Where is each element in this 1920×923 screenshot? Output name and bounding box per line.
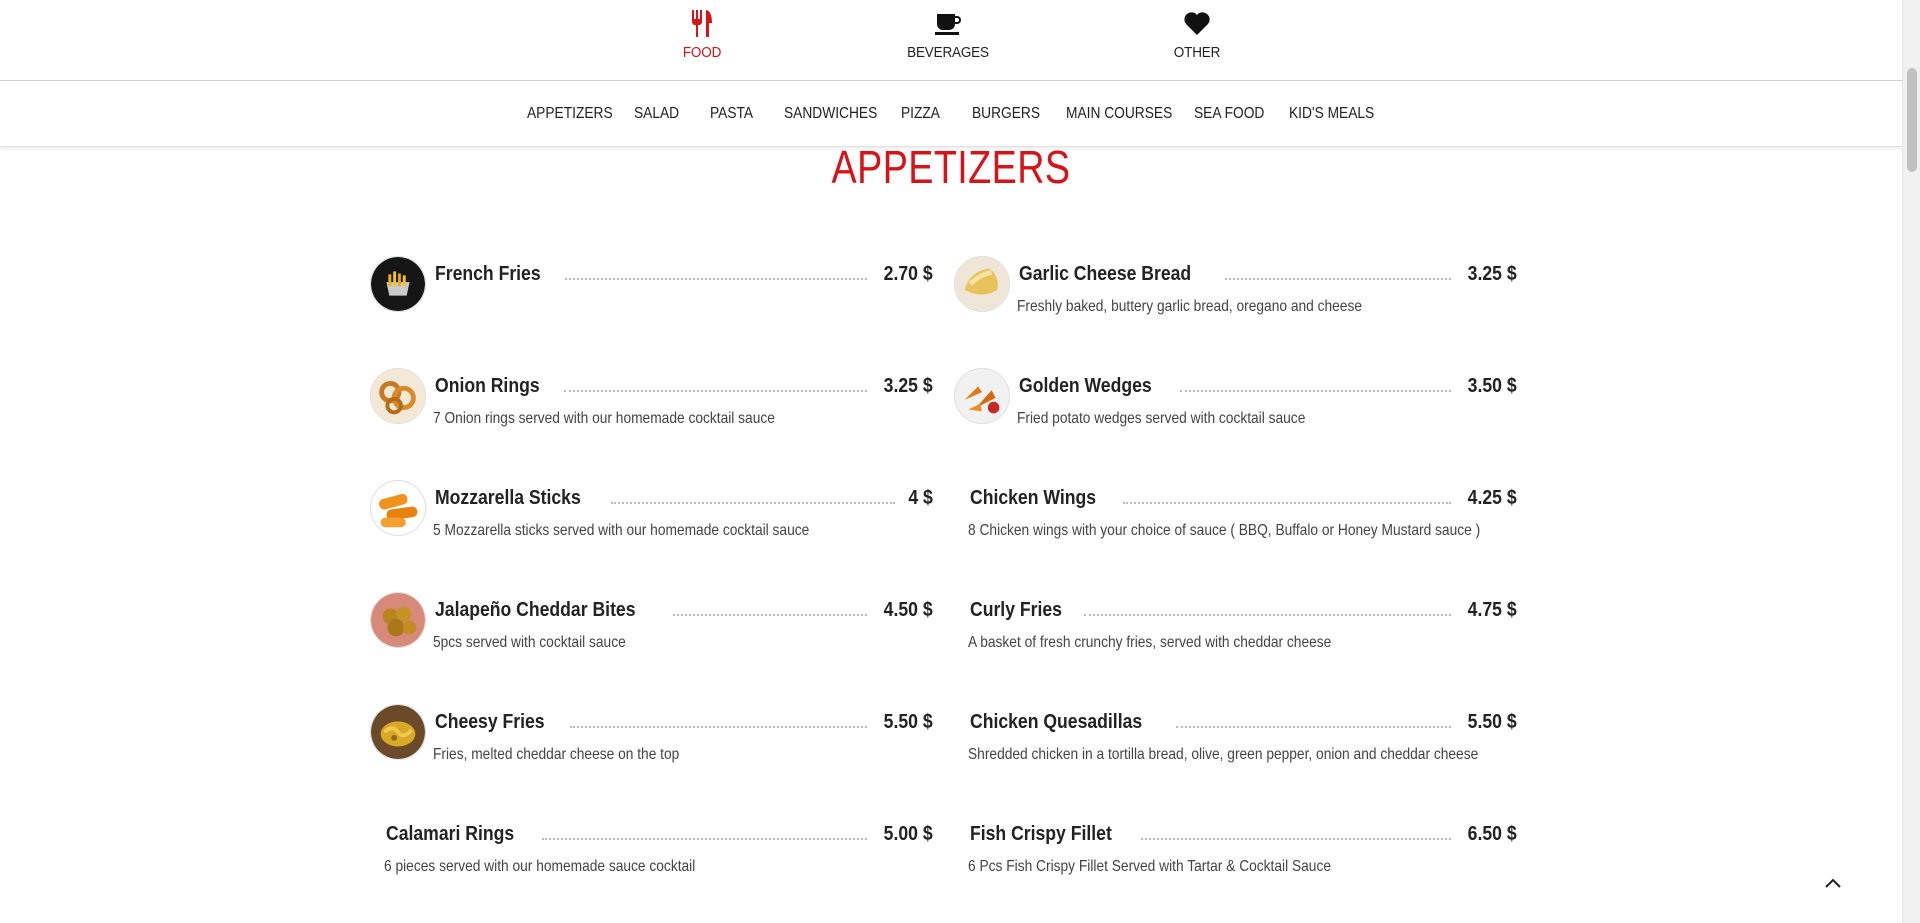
coffee-cup-icon — [935, 14, 961, 35]
leader-dots — [541, 838, 868, 840]
menu-item-jalapeno-cheddar-bites: Jalapeño Cheddar Bites 4.50 $ 5pcs serve… — [370, 592, 933, 682]
item-name: Jalapeño Cheddar Bites — [435, 599, 636, 621]
nav-item-food[interactable]: FOOD — [642, 8, 762, 61]
item-description: 6 pieces served with our homemade sauce … — [384, 858, 696, 875]
category-appetizers[interactable]: APPETIZERS — [527, 105, 613, 123]
main-menu-nav: FOOD BEVERAGES OTHER — [0, 0, 1902, 81]
item-price: 5.00 $ — [884, 823, 933, 845]
section-title: APPETIZERS — [831, 141, 1071, 193]
item-description: Freshly baked, buttery garlic bread, ore… — [1017, 298, 1362, 315]
menu-item-chicken-wings: Chicken Wings 4.25 $ 8 Chicken wings wit… — [954, 480, 1517, 570]
leader-dots — [1084, 614, 1452, 616]
item-price: 5.50 $ — [884, 711, 933, 733]
vertical-scrollbar[interactable] — [1902, 0, 1920, 923]
item-price: 3.25 $ — [884, 375, 933, 397]
item-name: Mozzarella Sticks — [435, 487, 581, 509]
item-price: 4 $ — [908, 487, 933, 509]
nav-item-other[interactable]: OTHER — [1137, 8, 1257, 61]
item-name: Cheesy Fries — [435, 711, 545, 733]
onion-rings-thumbnail — [370, 368, 426, 424]
item-description: 7 Onion rings served with our homemade c… — [433, 410, 775, 427]
leader-dots — [563, 390, 868, 392]
item-description: 5 Mozzarella sticks served with our home… — [433, 522, 810, 539]
nav-label-other: OTHER — [1173, 44, 1221, 61]
category-kids-meals[interactable]: KID'S MEALS — [1289, 105, 1374, 123]
menu-item-golden-wedges: Golden Wedges 3.50 $ Fried potato wedges… — [954, 368, 1517, 458]
menu-item-fish-crispy-fillet: Fish Crispy Fillet 6.50 $ 6 Pcs Fish Cri… — [954, 816, 1517, 906]
item-price: 4.75 $ — [1468, 599, 1517, 621]
category-pizza[interactable]: PIZZA — [901, 105, 940, 123]
leader-dots — [1123, 502, 1452, 504]
menu-item-cheesy-fries: Cheesy Fries 5.50 $ Fries, melted chedda… — [370, 704, 933, 794]
menu-item-onion-rings: Onion Rings 3.25 $ 7 Onion rings served … — [370, 368, 933, 458]
leader-dots — [1179, 390, 1452, 392]
nav-label-food: FOOD — [682, 44, 722, 61]
mozzarella-sticks-thumbnail — [370, 480, 426, 536]
item-price: 4.50 $ — [884, 599, 933, 621]
item-name: Chicken Wings — [970, 487, 1097, 509]
item-description: A basket of fresh crunchy fries, served … — [968, 634, 1332, 651]
leader-dots — [565, 278, 868, 280]
leader-dots — [1175, 726, 1452, 728]
nav-item-beverages[interactable]: BEVERAGES — [888, 8, 1008, 61]
item-name: Garlic Cheese Bread — [1019, 263, 1192, 285]
item-description: 5pcs served with cocktail sauce — [433, 634, 626, 651]
category-nav: APPETIZERS SALAD PASTA SANDWICHES PIZZA … — [0, 81, 1902, 147]
item-description: Fries, melted cheddar cheese on the top — [433, 746, 680, 763]
menu-item-garlic-cheese-bread: Garlic Cheese Bread 3.25 $ Freshly baked… — [954, 256, 1517, 346]
leader-dots — [1224, 278, 1452, 280]
item-price: 4.25 $ — [1468, 487, 1517, 509]
category-main-courses[interactable]: MAIN COURSES — [1066, 105, 1172, 123]
menu-item-french-fries: French Fries 2.70 $ — [370, 256, 933, 346]
item-price: 3.50 $ — [1468, 375, 1517, 397]
jalapeno-bites-thumbnail — [370, 592, 426, 648]
category-sea-food[interactable]: SEA FOOD — [1194, 105, 1264, 123]
category-pasta[interactable]: PASTA — [710, 105, 753, 123]
heart-icon — [1184, 12, 1210, 35]
item-price: 3.25 $ — [1468, 263, 1517, 285]
cheesy-fries-thumbnail — [370, 704, 426, 760]
leader-dots — [610, 502, 896, 504]
leader-dots — [672, 614, 868, 616]
menu-item-calamari-rings: Calamari Rings 5.00 $ 6 pieces served wi… — [370, 816, 933, 906]
item-name: Golden Wedges — [1019, 375, 1152, 397]
utensils-icon — [692, 10, 712, 37]
scroll-to-top-button[interactable] — [1818, 868, 1848, 898]
potato-wedges-thumbnail — [954, 368, 1010, 424]
french-fries-thumbnail — [370, 256, 426, 312]
garlic-bread-thumbnail — [954, 256, 1010, 312]
item-name: Curly Fries — [970, 599, 1062, 621]
nav-label-beverages: BEVERAGES — [907, 44, 989, 61]
item-name: French Fries — [435, 263, 541, 285]
chevron-up-icon — [1825, 878, 1841, 888]
item-name: Chicken Quesadillas — [970, 711, 1143, 733]
menu-item-mozzarella-sticks: Mozzarella Sticks 4 $ 5 Mozzarella stick… — [370, 480, 933, 570]
item-price: 5.50 $ — [1468, 711, 1517, 733]
item-name: Onion Rings — [435, 375, 540, 397]
category-sandwiches[interactable]: SANDWICHES — [784, 105, 877, 123]
scrollbar-thumb[interactable] — [1907, 68, 1917, 172]
menu-item-curly-fries: Curly Fries 4.75 $ A basket of fresh cru… — [954, 592, 1517, 682]
leader-dots — [569, 726, 868, 728]
item-description: 6 Pcs Fish Crispy Fillet Served with Tar… — [968, 858, 1331, 875]
leader-dots — [1141, 838, 1452, 840]
item-name: Fish Crispy Fillet — [970, 823, 1112, 845]
category-salad[interactable]: SALAD — [634, 105, 679, 123]
item-name: Calamari Rings — [386, 823, 515, 845]
menu-item-chicken-quesadillas: Chicken Quesadillas 5.50 $ Shredded chic… — [954, 704, 1517, 794]
item-price: 6.50 $ — [1468, 823, 1517, 845]
item-description: 8 Chicken wings with your choice of sauc… — [968, 522, 1481, 539]
item-price: 2.70 $ — [884, 263, 933, 285]
category-burgers[interactable]: BURGERS — [972, 105, 1040, 123]
item-description: Shredded chicken in a tortilla bread, ol… — [968, 746, 1479, 763]
item-description: Fried potato wedges served with cocktail… — [1017, 410, 1306, 427]
